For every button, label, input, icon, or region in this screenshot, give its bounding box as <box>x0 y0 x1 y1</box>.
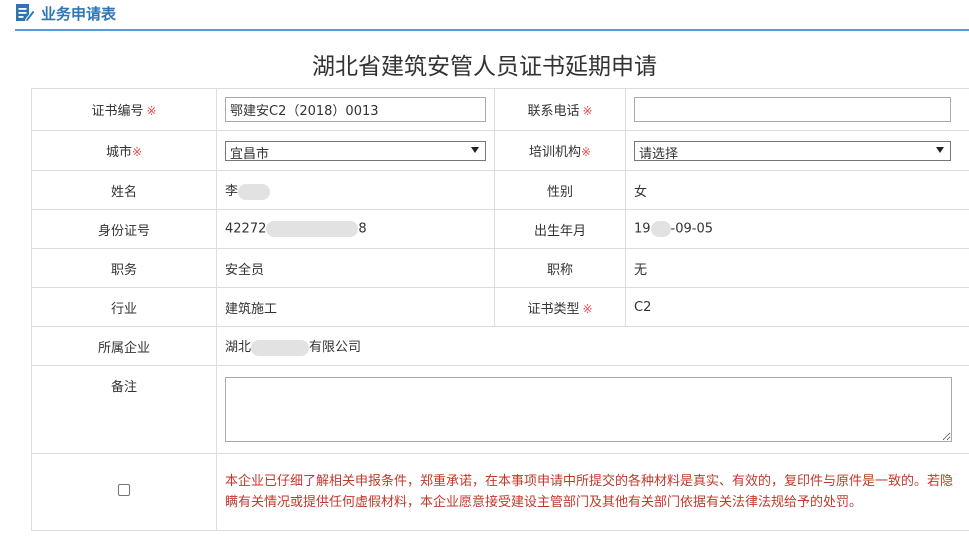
cert-type-value: C2 <box>625 287 969 327</box>
remark-textarea[interactable] <box>225 377 952 442</box>
id-no-label: 身份证号 <box>31 209 217 249</box>
dropdown-arrow-icon <box>471 146 479 153</box>
gender-value: 女 <box>625 170 969 210</box>
phone-input[interactable] <box>634 97 951 122</box>
table-row: 备注 <box>31 365 969 454</box>
table-row: 所属企业 湖北 有限公司 <box>31 326 969 366</box>
training-selected: 请选择 <box>639 146 679 162</box>
training-select[interactable]: 请选择 <box>634 140 951 162</box>
cert-type-label: 证书类型 <box>527 301 580 317</box>
name-value: 李 <box>225 184 239 200</box>
page-title: 湖北省建筑安管人员证书延期申请 <box>312 54 657 80</box>
agreement-text: 本企业已仔细了解相关申报条件，郑重承诺，在本事项申请中所提交的各种材料是真实、有… <box>225 474 954 510</box>
required-mark: ※ <box>146 104 157 118</box>
city-label-cell: 城市※ <box>31 130 217 171</box>
city-cell: 宜昌市 <box>216 130 495 171</box>
phone-label: 联系电话 <box>527 104 580 119</box>
duty-value: 安全员 <box>216 248 495 288</box>
table-row: 行业 建筑施工 证书类型 ※ C2 <box>31 287 969 327</box>
remark-cell <box>216 365 969 454</box>
redaction-blur <box>251 339 310 356</box>
table-row: 证书编号※ 联系电话※ <box>31 88 969 131</box>
cert-type-label-cell: 证书类型 ※ <box>494 287 626 327</box>
required-mark: ※ <box>582 104 593 118</box>
city-selected: 宜昌市 <box>230 146 270 162</box>
birth-cell: 19 -09-05 <box>625 209 969 249</box>
cert-no-cell <box>216 88 495 131</box>
redaction-blur <box>650 221 671 237</box>
edit-form-icon <box>16 4 35 23</box>
dropdown-arrow-icon <box>936 146 944 153</box>
cert-no-label-cell: 证书编号 ※ <box>31 88 217 131</box>
company-prefix: 湖北 <box>225 340 252 356</box>
company-suffix: 有限公司 <box>309 340 362 356</box>
company-label: 所属企业 <box>31 326 217 366</box>
required-mark: ※ <box>131 145 143 159</box>
cert-no-label: 证书编号 <box>91 104 144 119</box>
id-no-cell: 42272 8 <box>216 209 495 249</box>
training-cell: 请选择 <box>625 130 969 171</box>
name-label: 姓名 <box>31 170 217 210</box>
id-no-prefix: 42272 <box>225 221 267 237</box>
job-title-label: 职称 <box>494 248 626 288</box>
table-row: 姓名 李 性别 女 <box>31 170 969 210</box>
phone-label-cell: 联系电话 ※ <box>494 88 626 131</box>
training-label: 培训机构 <box>528 145 581 160</box>
birth-prefix: 19 <box>634 221 651 237</box>
name-cell: 李 <box>216 170 495 210</box>
industry-label: 行业 <box>31 287 217 327</box>
required-mark: ※ <box>582 301 593 316</box>
industry-value: 建筑施工 <box>216 287 495 327</box>
duty-label: 职务 <box>31 248 217 288</box>
application-form: 证书编号※ 联系电话※ 城市※ 宜昌市 培训机构※ 请选择 <box>31 88 969 531</box>
section-header: 业务申请表 <box>15 0 969 31</box>
redaction-blur <box>238 183 271 200</box>
phone-cell <box>625 88 969 131</box>
remark-label: 备注 <box>31 365 217 454</box>
table-row: 本企业已仔细了解相关申报条件，郑重承诺，在本事项申请中所提交的各种材料是真实、有… <box>31 453 969 531</box>
agreement-checkbox[interactable] <box>118 484 130 496</box>
id-no-suffix: 8 <box>358 221 367 237</box>
city-select[interactable]: 宜昌市 <box>225 140 486 162</box>
table-row: 城市※ 宜昌市 培训机构※ 请选择 <box>31 130 969 171</box>
birth-suffix: -09-05 <box>670 221 714 237</box>
company-cell: 湖北 有限公司 <box>216 326 969 366</box>
section-title: 业务申请表 <box>41 5 117 23</box>
redaction-blur <box>266 221 359 237</box>
table-row: 身份证号 42272 8 出生年月 19 -09-05 <box>31 209 969 249</box>
job-title-value: 无 <box>625 248 969 288</box>
city-label: 城市 <box>105 145 132 160</box>
training-label-cell: 培训机构※ <box>494 130 626 171</box>
gender-label: 性别 <box>494 170 626 210</box>
table-row: 职务 安全员 职称 无 <box>31 248 969 288</box>
agreement-cell: 本企业已仔细了解相关申报条件，郑重承诺，在本事项申请中所提交的各种材料是真实、有… <box>216 453 969 531</box>
required-mark: ※ <box>580 145 592 159</box>
birth-label: 出生年月 <box>494 209 626 249</box>
cert-no-input[interactable] <box>225 97 486 122</box>
agreement-checkbox-cell <box>31 453 217 531</box>
